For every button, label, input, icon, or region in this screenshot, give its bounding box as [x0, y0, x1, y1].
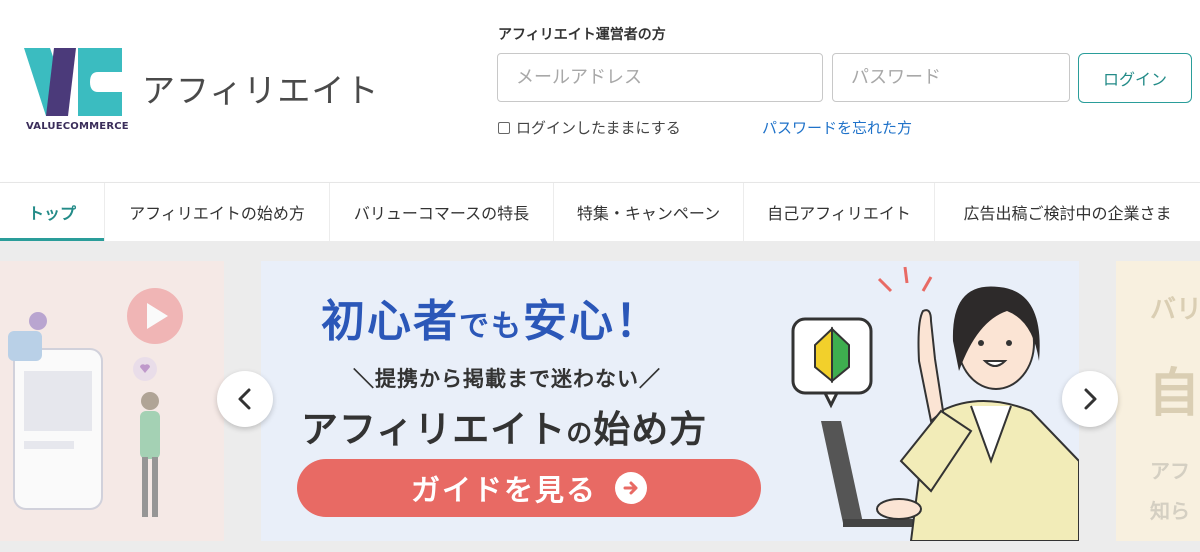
nav-item-getting-started[interactable]: アフィリエイトの始め方: [105, 183, 330, 241]
remember-checkbox[interactable]: [498, 121, 510, 134]
banner-title: 初心者でも安心！: [321, 296, 661, 347]
email-input[interactable]: [497, 53, 823, 102]
chevron-left-icon: [238, 388, 251, 410]
carousel-slide-next[interactable]: バリ 自 アフ 知ら: [1116, 261, 1200, 541]
phone-illustration-icon: [8, 288, 183, 517]
valuecommerce-logo[interactable]: VALUECOMMERCE: [24, 48, 129, 134]
chevron-right-icon: [1084, 388, 1097, 410]
carousel-next-button[interactable]: [1062, 371, 1118, 427]
woman-illustration-icon: [791, 266, 1079, 541]
password-input[interactable]: [832, 53, 1070, 102]
next-slide-top-text: バリ: [1150, 295, 1200, 325]
remember-label: ログインしたままにする: [516, 119, 681, 137]
remember-login[interactable]: ログインしたままにする: [498, 117, 681, 138]
next-slide-line1: アフ: [1150, 459, 1190, 483]
nav-item-campaigns[interactable]: 特集・キャンペーン: [554, 183, 744, 241]
banner-heading: アフィリエイトの始め方: [301, 408, 708, 451]
carousel-slide-prev[interactable]: [0, 261, 224, 541]
banner-subtitle: ＼提携から掲載まで迷わない／: [353, 367, 661, 391]
next-slide-big-text: 自: [1148, 364, 1200, 424]
logo-mark-icon: [24, 48, 122, 116]
carousel-slide-active[interactable]: 初心者でも安心！ ＼提携から掲載まで迷わない／ アフィリエイトの始め方 ガイドを…: [261, 261, 1079, 541]
main-nav: トップ アフィリエイトの始め方 バリューコマースの特長 特集・キャンペーン 自己…: [0, 182, 1200, 241]
nav-item-self-affiliate[interactable]: 自己アフィリエイト: [744, 183, 935, 241]
arrow-right-circle-icon: [615, 472, 647, 504]
carousel-prev-button[interactable]: [217, 371, 273, 427]
hero-carousel: 初心者でも安心！ ＼提携から掲載まで迷わない／ アフィリエイトの始め方 ガイドを…: [0, 241, 1200, 552]
nav-item-features[interactable]: バリューコマースの特長: [330, 183, 554, 241]
guide-button[interactable]: ガイドを見る: [297, 459, 761, 517]
nav-item-advertisers[interactable]: 広告出稿ご検討中の企業さま: [935, 183, 1200, 241]
forgot-password-link[interactable]: パスワードを忘れた方: [762, 117, 912, 138]
logo-text: VALUECOMMERCE: [26, 121, 129, 132]
site-header: VALUECOMMERCE アフィリエイト アフィリエイト運営者の方 ログイン …: [0, 0, 1200, 182]
next-slide-line2: 知ら: [1150, 499, 1190, 523]
nav-item-top[interactable]: トップ: [0, 183, 105, 241]
login-button[interactable]: ログイン: [1078, 53, 1192, 103]
login-heading: アフィリエイト運営者の方: [498, 27, 666, 43]
site-title: アフィリエイト: [142, 71, 380, 110]
